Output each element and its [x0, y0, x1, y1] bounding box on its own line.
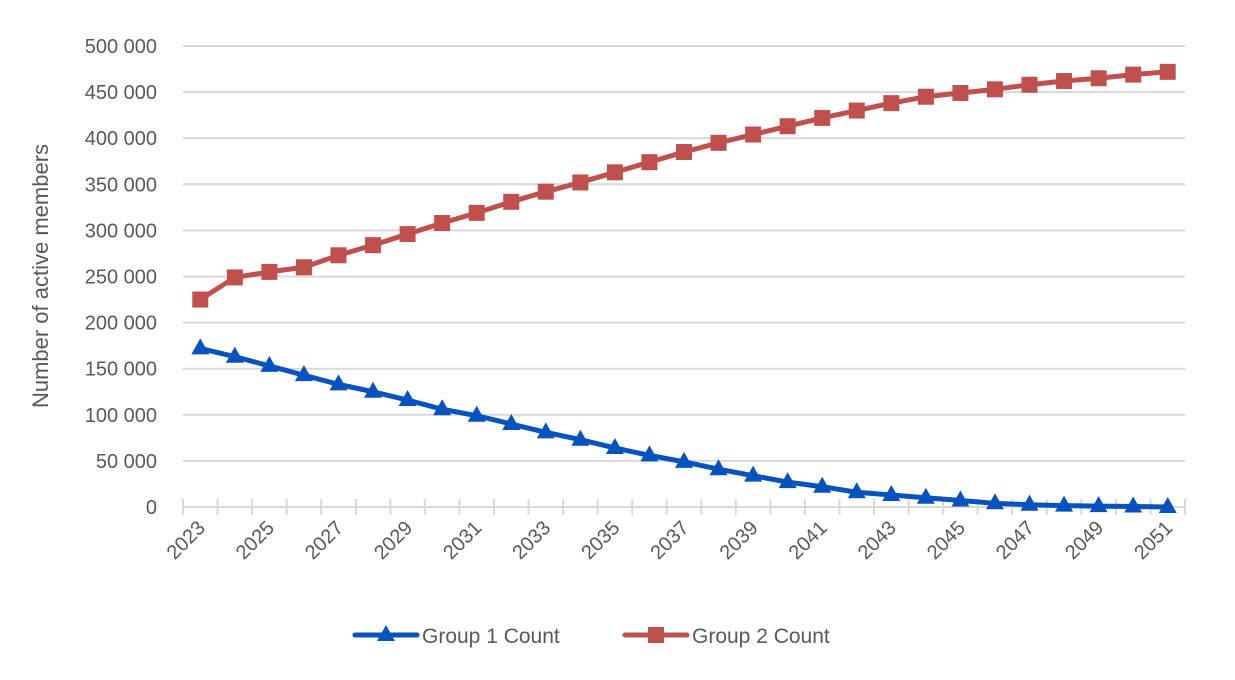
data-point	[1125, 66, 1142, 83]
y-tick-label: 150 000	[85, 359, 157, 381]
data-point	[572, 174, 589, 191]
data-point	[468, 204, 485, 221]
series-line	[197, 345, 1171, 510]
data-point	[1021, 76, 1038, 93]
data-point	[1090, 70, 1107, 87]
y-axis-tick-labels: 0 50 000 100 000 150 000 200 000 250 000 300 0…	[85, 36, 157, 519]
y-tick-label: 400 000	[85, 128, 157, 150]
data-point	[641, 154, 658, 171]
x-tick-label: 2023	[163, 517, 210, 564]
series-line	[197, 69, 1171, 303]
x-tick-label: 2033	[508, 517, 555, 564]
data-point	[537, 183, 554, 200]
data-point	[330, 247, 347, 264]
legend-item: Group 1 Count	[352, 625, 560, 648]
data-point	[745, 126, 762, 143]
data-point	[848, 102, 865, 119]
y-tick-label: 250 000	[85, 267, 157, 289]
data-point	[1056, 73, 1073, 90]
y-tick-label: 50 000	[96, 451, 157, 473]
data-point	[883, 95, 900, 112]
data-point	[295, 259, 312, 276]
x-tick-label: 2041	[785, 517, 832, 564]
data-point	[1159, 63, 1176, 80]
data-point	[191, 338, 210, 355]
x-tick-label: 2035	[577, 517, 624, 564]
series-1	[191, 338, 1177, 513]
x-tick-label: 2037	[647, 517, 694, 564]
data-point	[917, 88, 934, 105]
data-point	[399, 226, 416, 243]
series	[191, 63, 1177, 513]
data-point	[676, 144, 692, 161]
y-tick-label: 100 000	[85, 405, 157, 427]
x-tick-label: 2051	[1130, 517, 1177, 564]
legend: Group 1 Count Group 2 Count	[352, 625, 830, 648]
legend-label: Group 1 Count	[422, 625, 560, 648]
data-point	[261, 263, 278, 280]
series-2	[192, 63, 1176, 308]
data-point	[226, 269, 243, 286]
y-tick-label: 450 000	[85, 82, 157, 104]
y-tick-label: 500 000	[85, 36, 157, 58]
y-tick-label: 350 000	[85, 174, 157, 196]
data-point	[710, 134, 727, 151]
y-tick-label: 0	[146, 497, 157, 519]
square-marker-icon	[648, 627, 664, 643]
x-tick-label: 2025	[232, 517, 279, 564]
data-point	[779, 118, 796, 135]
x-tick-label: 2043	[854, 517, 901, 564]
data-point	[365, 237, 382, 254]
data-point	[503, 193, 520, 210]
legend-label: Group 2 Count	[692, 625, 830, 648]
x-tick-label: 2045	[923, 517, 970, 564]
data-point	[814, 109, 831, 126]
x-tick-label: 2049	[1061, 517, 1108, 564]
x-tick-label: 2039	[716, 517, 763, 564]
data-point	[192, 291, 209, 308]
legend-item: Group 2 Count	[622, 625, 830, 648]
y-axis-title: Number of active members	[28, 144, 53, 408]
data-point	[952, 85, 969, 102]
x-tick-label: 2029	[370, 517, 417, 564]
line-chart: 0 50 000 100 000 150 000 200 000 250 000 300 0…	[28, 36, 1186, 648]
x-tick-label: 2047	[992, 517, 1039, 564]
data-point	[606, 164, 623, 181]
data-point	[434, 215, 451, 232]
x-tick-label: 2031	[439, 517, 486, 564]
y-tick-label: 200 000	[85, 313, 157, 335]
y-tick-label: 300 000	[85, 220, 157, 242]
data-point	[986, 81, 1003, 98]
x-tick-label: 2027	[301, 517, 348, 564]
